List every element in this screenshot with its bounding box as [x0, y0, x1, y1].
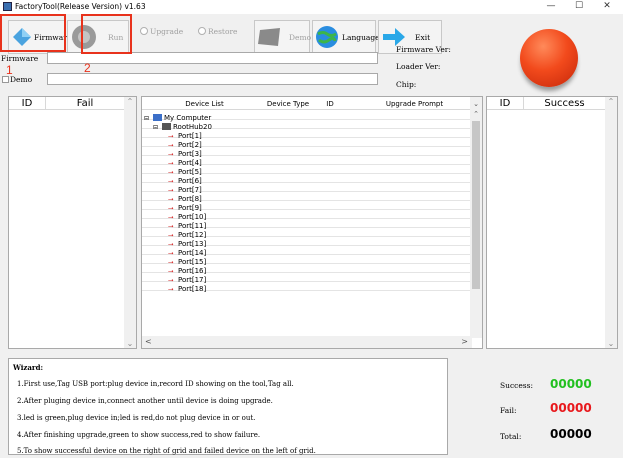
fail-count-label: Fail: — [500, 406, 517, 415]
close-button[interactable]: ✕ — [594, 1, 620, 13]
upgrade-radio[interactable]: Upgrade — [140, 27, 183, 36]
success-grid[interactable]: ID Success ⌃ ⌄ — [486, 96, 618, 349]
success-grid-scrollbar[interactable]: ⌃ ⌄ — [605, 97, 617, 348]
tree-row-port[interactable]: ⭢ Port[12] — [142, 228, 472, 239]
scroll-down-icon[interactable]: ⌄ — [470, 100, 482, 338]
fail-grid-fail-header[interactable]: Fail — [46, 97, 125, 110]
scroll-down-icon[interactable]: ⌄ — [605, 339, 617, 348]
tree-row-port[interactable]: ⭢ Port[3] — [142, 147, 472, 158]
tree-row-port[interactable]: ⭢ Port[18] — [142, 282, 472, 293]
device-list-grid[interactable]: Device List Device Type ID Upgrade Promp… — [141, 96, 483, 349]
tree-row-port[interactable]: ⭢ Port[4] — [142, 156, 472, 167]
port-label: Port[18] — [178, 285, 207, 293]
loader-version-label: Loader Ver: — [396, 62, 441, 71]
success-count: 00000 — [550, 377, 592, 391]
tree-row-port[interactable]: ⭢ Port[5] — [142, 165, 472, 176]
annotation-box-1 — [0, 14, 66, 52]
tree-row-port[interactable]: ⭢ Port[16] — [142, 264, 472, 275]
id-column-header[interactable]: ID — [323, 100, 337, 108]
total-count: 00000 — [550, 427, 592, 441]
tree-row-port[interactable]: ⭢ Port[8] — [142, 192, 472, 203]
annotation-label-2: 2 — [84, 61, 91, 75]
tree-row-port[interactable]: ⭢ Port[11] — [142, 219, 472, 230]
language-button[interactable]: Language — [312, 20, 380, 54]
fail-grid[interactable]: ID Fail ⌃ ⌄ — [8, 96, 137, 349]
device-list-hscrollbar[interactable]: < > — [142, 336, 472, 348]
device-list-column-header[interactable]: Device List — [177, 100, 232, 108]
arrow-right-icon — [383, 28, 405, 46]
tree-row-port[interactable]: ⭢ Port[1] — [142, 129, 472, 140]
tree-row-port[interactable]: ⭢ Port[2] — [142, 138, 472, 149]
wizard-line: 5.To show successful device on the right… — [17, 447, 316, 455]
tree-row-port[interactable]: ⭢ Port[9] — [142, 201, 472, 212]
tree-row-port[interactable]: ⭢ Port[7] — [142, 183, 472, 194]
upgrade-prompt-column-header[interactable]: Upgrade Prompt — [382, 100, 447, 108]
restore-radio[interactable]: Restore — [198, 27, 238, 36]
scroll-left-icon[interactable]: < — [145, 337, 152, 346]
title-bar: FactoryTool(Release Version) v1.63 — ☐ ✕ — [0, 0, 623, 14]
wizard-title: Wizard: — [13, 363, 44, 372]
device-list-vscrollbar[interactable]: ⌃ ⌄ — [470, 97, 482, 338]
app-icon — [3, 2, 12, 11]
wizard-line: 1.First use,Tag USB port:plug device in,… — [17, 380, 294, 388]
book-icon — [258, 28, 280, 46]
tree-row-computer[interactable]: ⊟ My Computer — [142, 111, 472, 122]
radio-icon — [198, 27, 206, 35]
status-indicator-button[interactable] — [520, 29, 578, 87]
maximize-button[interactable]: ☐ — [566, 1, 592, 13]
firmware-label: Firmware — [1, 54, 39, 63]
device-type-column-header[interactable]: Device Type — [259, 100, 317, 108]
fail-grid-scrollbar[interactable]: ⌃ ⌄ — [124, 97, 136, 348]
total-count-label: Total: — [500, 432, 522, 441]
fail-count: 00000 — [550, 401, 592, 415]
wizard-panel: Wizard: 1.First use,Tag USB port:plug de… — [8, 358, 448, 455]
fail-grid-id-header[interactable]: ID — [9, 97, 46, 110]
demo-button[interactable]: Demo — [254, 20, 311, 54]
globe-icon — [316, 26, 338, 48]
device-tree: ⊟ My Computer ⊟ RootHub20 ⭢ Port[1] ⭢ Port[… — [142, 111, 472, 337]
wizard-line: 2.After pluging device in,connect anothe… — [17, 397, 273, 405]
tree-row-hub[interactable]: ⊟ RootHub20 — [142, 120, 472, 131]
firmware-version-label: Firmware Ver: — [396, 45, 451, 54]
tree-row-port[interactable]: ⭢ Port[6] — [142, 174, 472, 185]
wizard-line: 3.led is green,plug device in;led is red… — [17, 414, 256, 422]
checkbox-icon — [2, 76, 9, 83]
wizard-line: 4.After finishing upgrade,green to show … — [17, 431, 261, 439]
success-count-label: Success: — [500, 381, 534, 390]
scroll-up-icon[interactable]: ⌃ — [605, 97, 617, 106]
scroll-down-icon[interactable]: ⌄ — [124, 339, 136, 348]
demo-path-field[interactable] — [47, 73, 378, 85]
stats-panel: Success: 00000 Fail: 00000 Total: 00000 — [452, 358, 618, 455]
tree-row-port[interactable]: ⭢ Port[10] — [142, 210, 472, 221]
chip-label: Chip: — [396, 80, 417, 89]
annotation-box-2 — [81, 14, 132, 54]
tree-row-port[interactable]: ⭢ Port[14] — [142, 246, 472, 257]
success-grid-id-header[interactable]: ID — [487, 97, 524, 110]
annotation-label-1: 1 — [6, 63, 13, 77]
device-list-header: Device List Device Type ID Upgrade Promp… — [142, 97, 472, 110]
tree-row-port[interactable]: ⭢ Port[13] — [142, 237, 472, 248]
success-grid-success-header[interactable]: Success — [524, 97, 606, 110]
radio-icon — [140, 27, 148, 35]
app-window: Firmware Run Upgrade Restore Demo Langua… — [0, 14, 623, 458]
minimize-button[interactable]: — — [538, 1, 564, 13]
tree-row-port[interactable]: ⭢ Port[15] — [142, 255, 472, 266]
window-title: FactoryTool(Release Version) v1.63 — [15, 2, 146, 11]
usb-icon: ⭢ — [168, 285, 174, 293]
tree-row-port[interactable]: ⭢ Port[17] — [142, 273, 472, 284]
scroll-up-icon[interactable]: ⌃ — [124, 97, 136, 106]
scroll-right-icon[interactable]: > — [461, 337, 468, 346]
